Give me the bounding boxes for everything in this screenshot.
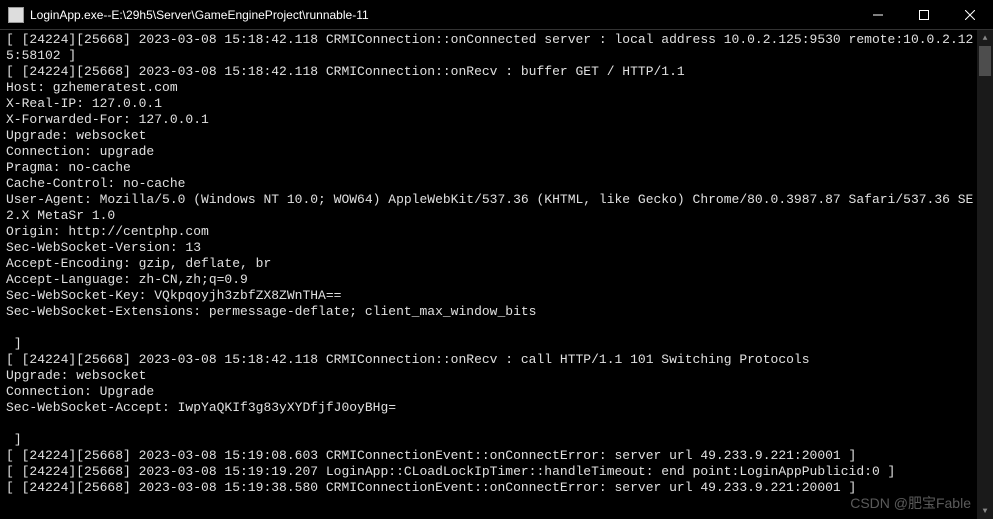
scroll-thumb[interactable] [979,46,991,76]
scrollbar[interactable]: ▲ ▼ [977,30,993,519]
titlebar-left: LoginApp.exe--E:\29h5\Server\GameEngineP… [8,7,369,23]
titlebar: LoginApp.exe--E:\29h5\Server\GameEngineP… [0,0,993,30]
scroll-down-arrow-icon[interactable]: ▼ [977,503,993,519]
close-button[interactable] [947,0,993,29]
app-icon [8,7,24,23]
window-title: LoginApp.exe--E:\29h5\Server\GameEngineP… [30,8,369,22]
window-controls [855,0,993,29]
maximize-button[interactable] [901,0,947,29]
minimize-button[interactable] [855,0,901,29]
scroll-track[interactable] [977,46,993,503]
scroll-up-arrow-icon[interactable]: ▲ [977,30,993,46]
terminal-output: [ [24224][25668] 2023-03-08 15:18:42.118… [0,30,993,519]
